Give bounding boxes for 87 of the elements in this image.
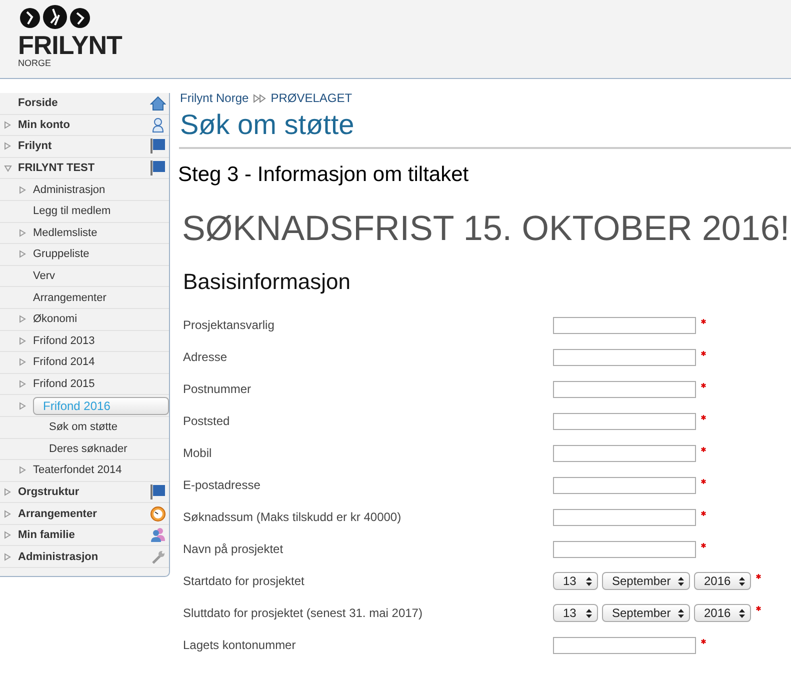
sidebar-item[interactable]: Min konto [18,118,147,131]
clock-icon [150,506,166,522]
input-field[interactable] [553,508,696,526]
input-field[interactable] [553,348,696,366]
updown-arrows-icon [586,576,592,586]
input-field[interactable] [553,476,696,494]
field-label: Prosjektansvarlig [183,318,276,332]
person-icon [152,116,164,133]
sidebar-item[interactable]: Legg til medlem [33,205,169,218]
field-label: Startdato for prosjektet [183,574,306,588]
day-select[interactable]: 13 [553,572,598,590]
sidebar-item[interactable]: Frifond 2013 [33,334,169,347]
breadcrumb-separator-icon [252,94,267,102]
field-label: Mobil [183,446,213,460]
sidebar-item[interactable]: Medlemsliste [33,226,169,239]
year-select[interactable]: 2016 [694,572,751,590]
expand-arrow-icon[interactable] [4,552,11,561]
section-title: Basisinformasjon [183,269,352,295]
people-icon [150,527,166,544]
sidebar-item[interactable]: Frifond 2015 [33,378,169,390]
expand-arrow-icon[interactable] [19,186,26,194]
expand-arrow-icon[interactable] [4,120,11,129]
sidebar-item[interactable]: Orgstruktur [18,486,147,498]
expand-arrow-icon[interactable] [4,510,11,518]
sidebar-item[interactable]: Arrangementer [18,508,147,520]
updown-arrows-icon [678,576,684,586]
flag-icon [150,138,166,154]
flag-icon [150,484,166,500]
field-label: Postnummer [183,382,252,396]
sidebar-item[interactable]: Deres søknader [49,442,169,455]
sidebar-item[interactable]: FRILYNT TEST [18,162,147,174]
flag-icon [150,160,166,176]
expand-arrow-icon[interactable] [4,531,11,540]
field-label: Lagets kontonummer [183,638,297,652]
home-icon [150,96,166,111]
updown-arrows-icon [586,608,592,618]
breadcrumb-link[interactable]: Frilynt Norge [180,91,249,105]
updown-arrows-icon [739,576,745,586]
field-label: Søknadssum (Maks tilskudd er kr 40000) [183,510,402,524]
page-title: Søk om støtte [179,109,791,149]
field-label: E-postadresse [183,478,262,492]
logo-icon [18,5,92,29]
expand-arrow-icon[interactable] [19,380,26,388]
logo-name: FRILYNT [18,32,124,58]
expand-arrow-icon[interactable] [19,466,26,474]
day-select[interactable]: 13 [553,604,598,622]
deadline-heading: SØKNADSFRIST 15. OKTOBER 2016! [181,209,791,249]
sidebar-item[interactable]: Administrasjon [33,184,169,196]
expand-arrow-icon[interactable] [19,315,26,324]
field-label: Poststed [183,414,231,428]
sidebar-item[interactable]: Teaterfondet 2014 [33,464,169,476]
sidebar-item[interactable]: Administrasjon [18,550,147,563]
sidebar-item[interactable]: Verv [33,270,169,282]
input-field[interactable] [553,540,696,558]
input-field[interactable] [553,444,696,462]
sidebar-item[interactable]: Arrangementer [33,292,169,304]
expand-arrow-icon[interactable] [19,250,26,258]
updown-arrows-icon [739,608,745,618]
input-field[interactable] [553,636,696,654]
year-select[interactable]: 2016 [694,604,751,622]
sidebar-item[interactable]: Økonomi [33,313,169,326]
expand-arrow-icon[interactable] [19,336,26,345]
breadcrumb-link[interactable]: PRØVELAGET [270,91,352,105]
logo-subtitle: NORGE [18,58,52,68]
month-select[interactable]: September [602,572,690,590]
expand-arrow-icon[interactable] [19,402,26,410]
expand-arrow-icon[interactable] [19,358,26,366]
input-field[interactable] [553,412,696,430]
field-label: Navn på prosjektet [183,542,284,556]
input-field[interactable] [553,380,696,398]
month-select[interactable]: September [602,604,690,622]
step-title: Steg 3 - Informasjon om tiltaket [178,163,470,187]
expand-arrow-icon[interactable] [4,488,11,496]
input-field[interactable] [553,316,696,334]
sidebar-item[interactable]: Gruppeliste [33,248,169,260]
field-label: Adresse [183,350,228,364]
expand-arrow-icon[interactable] [4,142,11,150]
sidebar-item[interactable]: Søk om støtte [49,421,169,434]
sidebar-item[interactable]: Frifond 2014 [33,356,169,368]
field-label: Sluttdato for prosjektet (senest 31. mai 2017) [183,606,424,620]
sidebar-item[interactable]: Min familie [18,529,147,542]
collapse-arrow-icon[interactable] [4,164,12,172]
updown-arrows-icon [678,608,684,618]
sidebar-item[interactable]: Frilynt [18,140,147,152]
sidebar-item[interactable]: Forside [18,97,147,110]
expand-arrow-icon[interactable] [19,228,26,237]
wrench-icon [150,548,166,565]
